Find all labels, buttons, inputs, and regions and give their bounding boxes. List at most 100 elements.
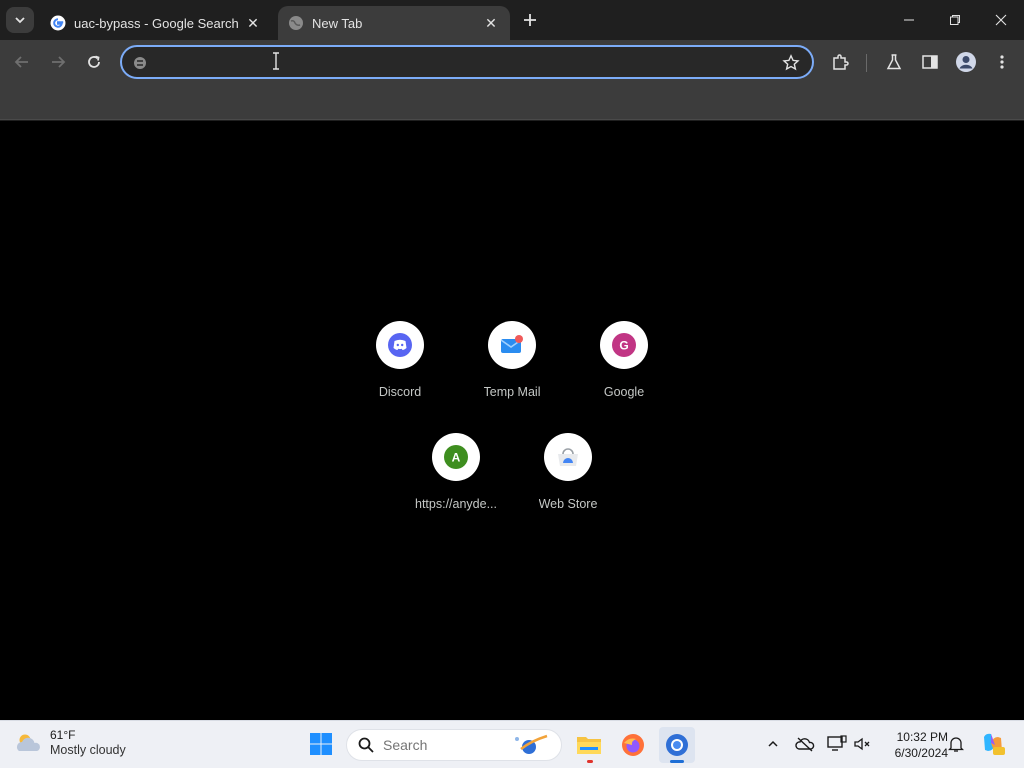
shortcut-label: Google bbox=[603, 385, 645, 399]
shortcut-anydesk[interactable]: A https://anyde... bbox=[400, 417, 512, 517]
tray-speaker[interactable] bbox=[851, 733, 873, 755]
tab-new-tab[interactable]: New Tab ✕ bbox=[278, 6, 510, 40]
shortcut-tile bbox=[488, 321, 536, 369]
start-button[interactable] bbox=[306, 729, 336, 759]
shortcut-tile: G bbox=[600, 321, 648, 369]
labs-button[interactable] bbox=[882, 50, 906, 74]
close-window-button[interactable] bbox=[989, 8, 1013, 32]
cloudy-weather-icon bbox=[17, 734, 40, 751]
toolbar-divider bbox=[866, 54, 867, 72]
notifications-button[interactable] bbox=[945, 733, 967, 755]
avatar-icon bbox=[956, 52, 976, 72]
bell-icon bbox=[948, 737, 964, 752]
close-tab-icon[interactable]: ✕ bbox=[482, 14, 500, 32]
globe-icon bbox=[289, 16, 303, 30]
running-indicator bbox=[587, 760, 593, 763]
restore-icon bbox=[950, 15, 960, 25]
shortcut-tile bbox=[544, 433, 592, 481]
svg-text:G: G bbox=[619, 339, 628, 353]
new-tab-page: Discord Temp Mail G Google A https://any… bbox=[0, 121, 1024, 720]
taskbar-search-input[interactable] bbox=[383, 737, 503, 753]
chrome-icon bbox=[666, 734, 688, 756]
shortcut-web-store[interactable]: Web Store bbox=[512, 417, 624, 517]
shortcut-temp-mail[interactable]: Temp Mail bbox=[456, 305, 568, 405]
forward-button[interactable] bbox=[46, 50, 70, 74]
bookmark-star-icon[interactable] bbox=[782, 54, 800, 72]
side-panel-icon bbox=[922, 55, 938, 69]
weather-text: 61°F Mostly cloudy bbox=[50, 728, 126, 758]
running-indicator bbox=[670, 760, 684, 763]
reload-icon bbox=[88, 55, 100, 68]
browser-window: uac-bypass - Google Search ✕ New Tab ✕ bbox=[0, 0, 1024, 121]
taskbar-chrome[interactable] bbox=[659, 727, 695, 763]
tab-google-search[interactable]: uac-bypass - Google Search ✕ bbox=[40, 6, 272, 40]
temp-mail-icon bbox=[500, 335, 523, 353]
search-highlight-icon bbox=[515, 734, 548, 754]
tab-search-button[interactable] bbox=[6, 7, 34, 33]
letter-g-icon: G bbox=[612, 333, 636, 357]
tray-onedrive[interactable] bbox=[794, 733, 816, 755]
shortcut-tile bbox=[376, 321, 424, 369]
bookmarks-bar bbox=[0, 84, 1024, 120]
search-icon bbox=[358, 737, 374, 753]
minimize-button[interactable] bbox=[897, 8, 921, 32]
address-input[interactable] bbox=[156, 53, 776, 73]
shortcut-label: Temp Mail bbox=[483, 385, 541, 399]
back-button[interactable] bbox=[10, 50, 34, 74]
clock-time: 10:32 PM bbox=[896, 730, 948, 744]
shortcut-label: https://anyde... bbox=[415, 497, 497, 511]
arrow-right-icon bbox=[52, 56, 66, 68]
show-hidden-icons-button[interactable] bbox=[762, 733, 784, 755]
address-bar[interactable] bbox=[120, 45, 814, 79]
new-tab-button[interactable] bbox=[518, 8, 542, 32]
folder-icon bbox=[577, 737, 601, 754]
shortcut-label: Web Store bbox=[538, 497, 598, 511]
shortcut-google[interactable]: G Google bbox=[568, 305, 680, 405]
chevron-up-icon bbox=[768, 740, 778, 747]
svg-text:A: A bbox=[452, 451, 461, 465]
discord-icon bbox=[388, 333, 412, 357]
close-icon bbox=[995, 14, 1007, 26]
speaker-muted-icon bbox=[854, 737, 870, 751]
firefox-icon bbox=[622, 734, 644, 756]
letter-a-icon: A bbox=[444, 445, 468, 469]
tab-title: New Tab bbox=[312, 15, 363, 31]
profile-button[interactable] bbox=[954, 50, 978, 74]
taskbar-clock[interactable]: 10:32 PM 6/30/2024 bbox=[872, 729, 948, 761]
site-info-icon[interactable] bbox=[132, 55, 148, 71]
web-store-icon bbox=[558, 448, 578, 466]
taskbar-search[interactable] bbox=[346, 729, 562, 761]
flask-icon bbox=[886, 54, 902, 70]
copilot-icon bbox=[984, 733, 1005, 755]
shortcut-label: Discord bbox=[378, 385, 422, 399]
clock-date: 6/30/2024 bbox=[894, 746, 948, 760]
shortcut-discord[interactable]: Discord bbox=[344, 305, 456, 405]
cloud-off-icon bbox=[795, 737, 815, 752]
kebab-menu-icon bbox=[1000, 55, 1004, 69]
weather-temp: 61°F bbox=[50, 728, 76, 742]
tab-strip: uac-bypass - Google Search ✕ New Tab ✕ bbox=[0, 0, 1024, 40]
arrow-left-icon bbox=[14, 56, 28, 68]
toolbar bbox=[0, 40, 1024, 84]
windows-logo-icon bbox=[310, 733, 332, 755]
copilot-button[interactable] bbox=[980, 731, 1006, 757]
puzzle-icon bbox=[833, 54, 849, 70]
weather-condition: Mostly cloudy bbox=[50, 743, 126, 757]
side-panel-button[interactable] bbox=[918, 50, 942, 74]
weather-widget[interactable]: 61°F Mostly cloudy bbox=[14, 728, 126, 758]
taskbar-firefox[interactable] bbox=[615, 727, 651, 763]
taskbar-file-explorer[interactable] bbox=[571, 727, 607, 763]
reload-button[interactable] bbox=[82, 50, 106, 74]
menu-button[interactable] bbox=[990, 50, 1014, 74]
taskbar: 61°F Mostly cloudy Search 10:32 PM 6/30/… bbox=[0, 720, 1024, 768]
minimize-icon bbox=[904, 19, 914, 21]
tab-title: uac-bypass - Google Search bbox=[74, 15, 239, 31]
restore-button[interactable] bbox=[943, 8, 967, 32]
close-tab-icon[interactable]: ✕ bbox=[244, 14, 262, 32]
extensions-button[interactable] bbox=[828, 50, 852, 74]
chevron-down-icon bbox=[15, 17, 25, 24]
text-cursor-icon bbox=[273, 52, 279, 70]
tray-network[interactable] bbox=[826, 733, 848, 755]
monitor-network-icon bbox=[827, 735, 847, 751]
shortcut-tile: A bbox=[432, 433, 480, 481]
